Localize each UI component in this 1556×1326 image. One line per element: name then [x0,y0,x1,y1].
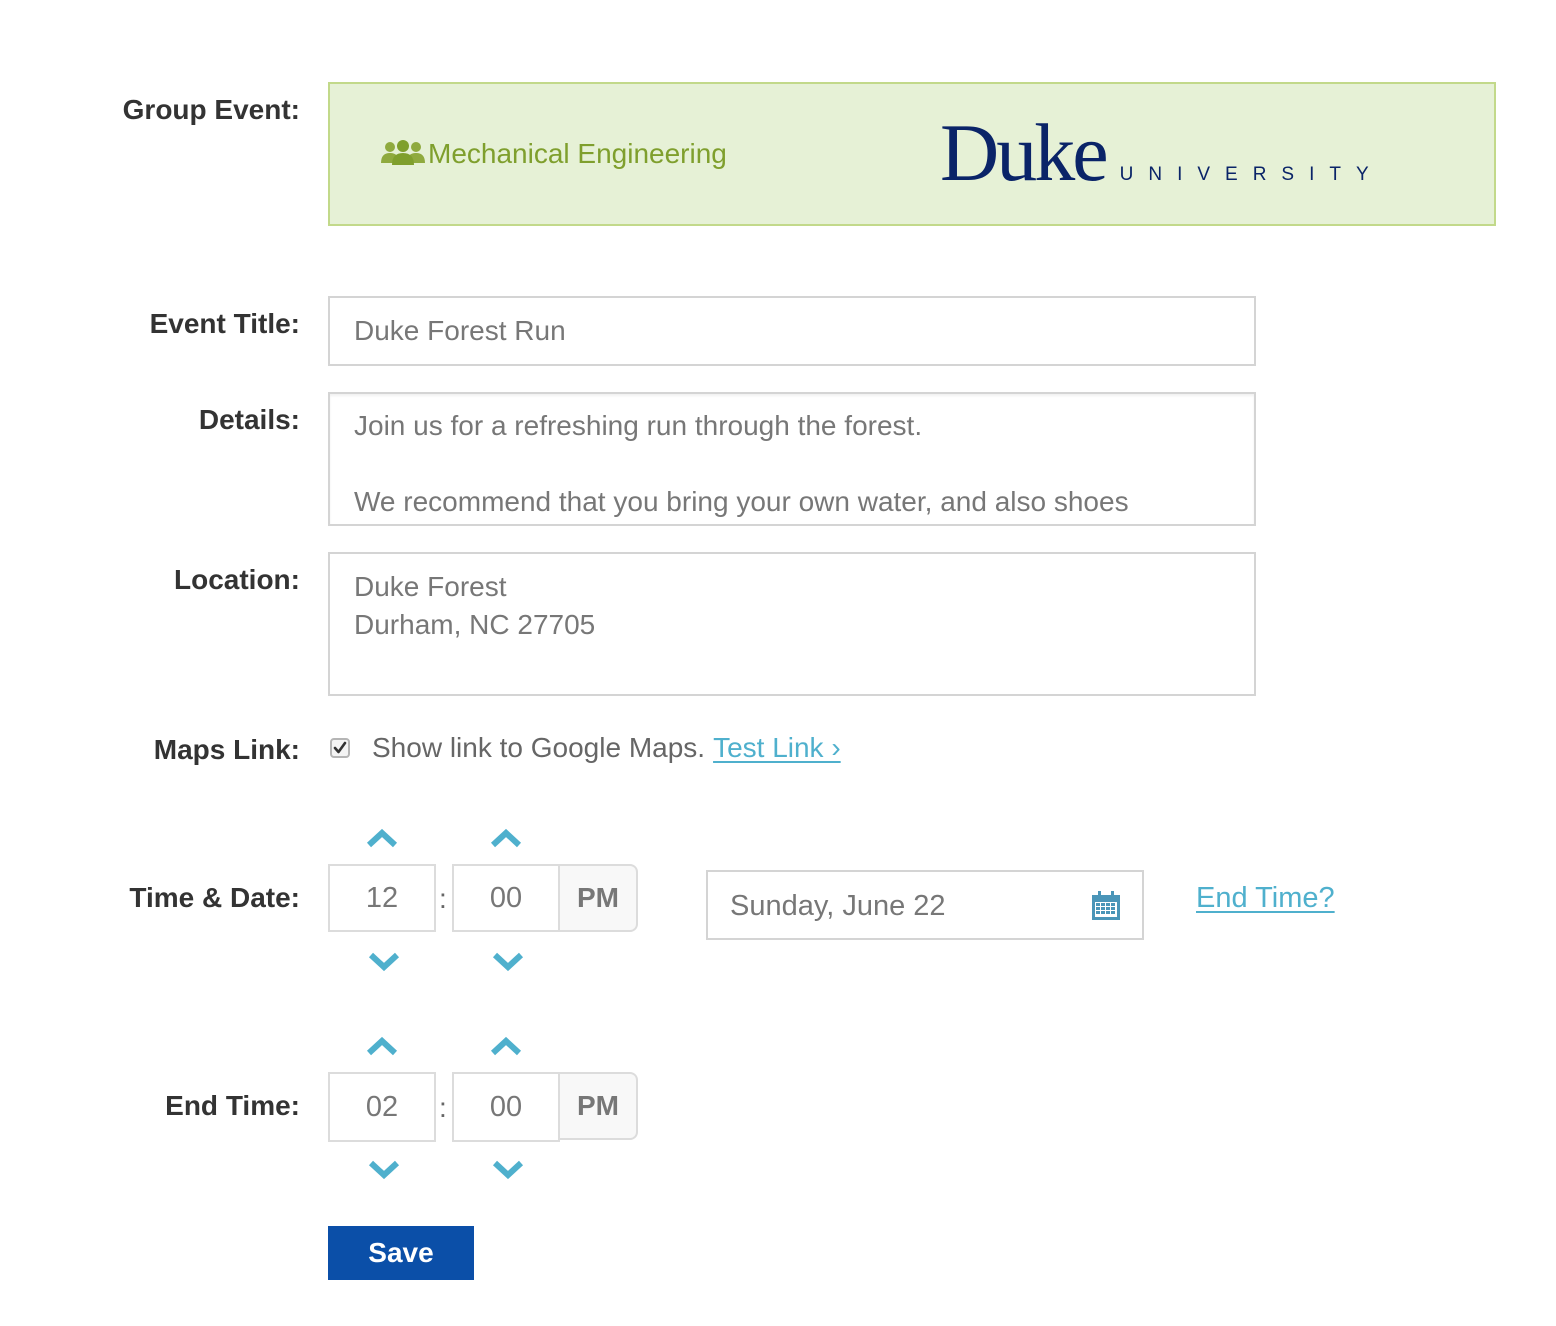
location-line-2: Durham, NC 27705 [354,609,596,640]
location-textarea[interactable]: Duke Forest Durham, NC 27705 [328,552,1256,696]
maps-link-checkbox[interactable] [330,738,350,758]
maps-link-text: Show link to Google Maps. [372,732,706,763]
event-title-label: Event Title: [149,308,300,339]
group-name-text: Mechanical Engineering [428,138,727,169]
end-minute-input[interactable]: 00 [452,1072,560,1142]
checkmark-icon [333,741,347,754]
duke-logo-university: UNIVERSITY [1119,164,1384,185]
end-hour-up-icon[interactable] [366,1036,398,1056]
end-hour-down-icon[interactable] [368,1160,400,1180]
event-title-value: Duke Forest Run [354,315,566,346]
maps-link-row: Show link to Google Maps. Test Link › [328,732,841,764]
start-minute-input[interactable]: 00 [452,864,560,932]
end-hour-input[interactable]: 02 [328,1072,436,1142]
group-event-banner[interactable]: Mechanical Engineering Duke UNIVERSITY [328,82,1496,226]
group-name[interactable]: Mechanical Engineering [380,138,727,170]
start-minute-up-icon[interactable] [490,828,522,848]
event-title-input[interactable]: Duke Forest Run [328,296,1256,366]
end-time-label: End Time: [165,1090,300,1121]
end-ampm-toggle[interactable]: PM [560,1072,638,1140]
start-minute-down-icon[interactable] [492,952,524,972]
start-hour-down-icon[interactable] [368,952,400,972]
duke-logo-word: Duke [940,107,1109,198]
calendar-icon[interactable] [1090,890,1122,922]
duke-university-logo: Duke UNIVERSITY [940,112,1384,194]
date-input[interactable]: Sunday, June 22 [706,870,1144,940]
group-people-icon [381,140,425,165]
start-hour-up-icon[interactable] [366,828,398,848]
start-time-colon: : [439,883,447,914]
location-label: Location: [174,564,300,595]
end-minute-up-icon[interactable] [490,1036,522,1056]
time-date-label: Time & Date: [129,882,300,913]
details-line-1: Join us for a refreshing run through the… [354,410,923,441]
details-line-2: We recommend that you bring your own wat… [354,486,1129,517]
details-textarea[interactable]: Join us for a refreshing run through the… [328,392,1256,526]
location-line-1: Duke Forest [354,571,507,602]
end-time-link[interactable]: End Time? [1196,882,1335,915]
end-time-colon: : [439,1092,447,1123]
end-minute-down-icon[interactable] [492,1160,524,1180]
test-link[interactable]: Test Link › [713,732,841,764]
start-hour-input[interactable]: 12 [328,864,436,932]
group-event-label: Group Event: [122,94,300,125]
save-button[interactable]: Save [328,1226,474,1280]
details-label: Details: [198,404,300,435]
start-ampm-toggle[interactable]: PM [560,864,638,932]
maps-link-label: Maps Link: [153,734,300,765]
date-value: Sunday, June 22 [730,890,946,922]
